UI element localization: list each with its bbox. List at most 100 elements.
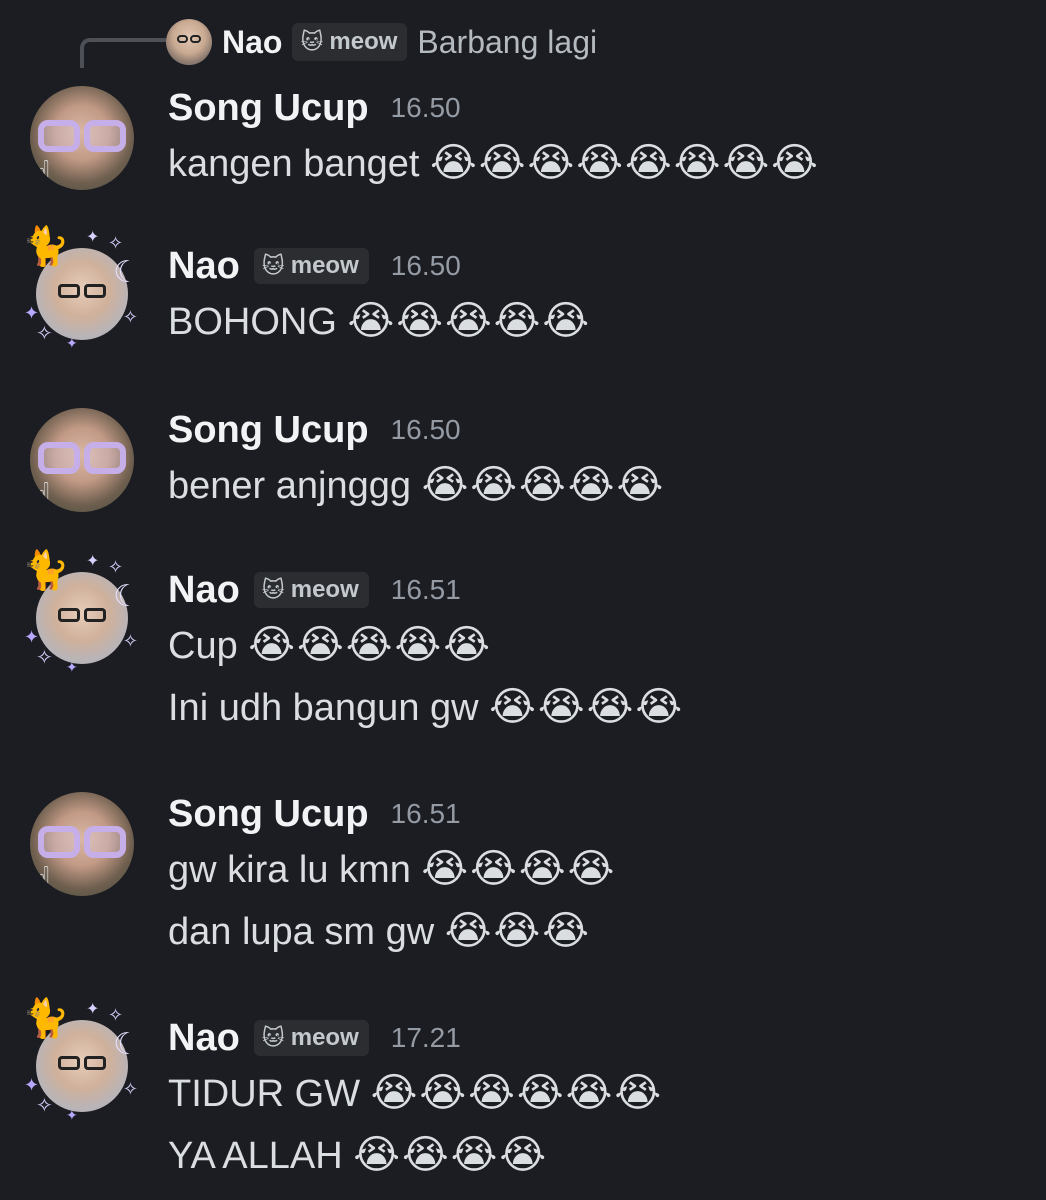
message-text: Ini udh bangun gw <box>168 687 490 729</box>
avatar[interactable]: 🐈 ☾ ✦ ✧ ✦ ✧ ✦ ✧ <box>22 552 140 674</box>
cat-icon: 🐱 <box>261 253 285 278</box>
server-tag[interactable]: 🐱 meow <box>292 23 408 61</box>
cat-decoration-icon: 🐈 <box>22 998 70 1040</box>
star-icon: ✧ <box>108 1005 124 1025</box>
message-body: TIDUR GW 😭😭😭😭😭😭 YA ALLAH 😭😭😭😭 <box>168 1062 663 1186</box>
finger-emoji-icon: ☝ <box>30 860 53 896</box>
star-icon: ✦ <box>24 627 40 647</box>
star-icon: ✦ <box>66 659 78 675</box>
message-text: dan lupa sm gw <box>168 911 445 953</box>
avatar[interactable]: ☝ <box>30 86 134 190</box>
avatar[interactable]: ☝ <box>30 408 134 512</box>
star-icon: ✦ <box>24 1075 40 1095</box>
message-text: BOHONG <box>168 301 348 343</box>
message-header: Song Ucup 16.51 <box>168 790 616 838</box>
star-icon: ✧ <box>122 1079 138 1099</box>
server-tag[interactable]: 🐱 meow <box>253 572 369 608</box>
author-name[interactable]: Nao <box>168 245 240 288</box>
crying-emoji-icon: 😭😭😭😭😭 <box>421 462 666 508</box>
crying-emoji-icon: 😭😭😭😭 <box>421 846 617 892</box>
author-name[interactable]: Nao <box>168 569 240 612</box>
server-tag-label: meow <box>329 28 398 55</box>
message-content: Song Ucup 16.51 gw kira lu kmn 😭😭😭😭 dan l… <box>168 790 616 962</box>
crying-emoji-icon: 😭😭😭😭😭 <box>347 298 592 344</box>
message-line[interactable]: Ini udh bangun gw 😭😭😭😭 <box>168 676 684 738</box>
reply-avatar[interactable] <box>166 19 212 65</box>
message-line[interactable]: TIDUR GW 😭😭😭😭😭😭 <box>168 1062 663 1124</box>
message-line[interactable]: bener anjnggg 😭😭😭😭😭 <box>168 454 665 516</box>
cat-icon: 🐱 <box>261 1025 285 1050</box>
reply-text[interactable]: Barbang lagi <box>417 24 597 61</box>
cat-decoration-icon: 🐈 <box>22 550 70 592</box>
message-line[interactable]: BOHONG 😭😭😭😭😭 <box>168 290 591 352</box>
author-name[interactable]: Song Ucup <box>168 87 369 130</box>
message-content: Nao 🐱 meow 16.51 Cup 😭😭😭😭😭 Ini udh bangun… <box>168 566 684 738</box>
crying-emoji-icon: 😭😭😭😭 <box>353 1132 549 1178</box>
message-text: Cup <box>168 625 249 667</box>
star-icon: ✦ <box>86 553 100 570</box>
crying-emoji-icon: 😭😭😭😭😭😭 <box>370 1070 664 1116</box>
avatar[interactable]: 🐈 ☾ ✦ ✧ ✦ ✧ ✦ ✧ <box>22 1000 140 1122</box>
server-tag-label: meow <box>290 1024 359 1051</box>
message-line[interactable]: YA ALLAH 😭😭😭😭 <box>168 1124 663 1186</box>
cat-decoration-icon: 🐈 <box>22 226 70 268</box>
star-icon: ✧ <box>36 647 53 669</box>
message-content: Nao 🐱 meow 17.21 TIDUR GW 😭😭😭😭😭😭 YA ALLAH… <box>168 1014 663 1186</box>
cat-icon: 🐱 <box>261 577 285 602</box>
star-icon: ✦ <box>86 229 100 246</box>
star-icon: ✧ <box>122 631 138 651</box>
message-header: Song Ucup 16.50 <box>168 84 820 132</box>
finger-emoji-icon: ☝ <box>30 476 53 512</box>
message-line[interactable]: gw kira lu kmn 😭😭😭😭 <box>168 838 616 900</box>
star-icon: ✧ <box>36 1095 53 1117</box>
message-text: YA ALLAH <box>168 1135 354 1177</box>
message-text: kangen banget <box>168 143 431 185</box>
reply-author-name[interactable]: Nao <box>222 24 282 61</box>
message-line[interactable]: Cup 😭😭😭😭😭 <box>168 614 684 676</box>
author-name[interactable]: Nao <box>168 1017 240 1060</box>
avatar-image: ☝ <box>30 792 134 896</box>
timestamp[interactable]: 17.21 <box>391 1022 461 1054</box>
glasses-icon <box>176 35 202 43</box>
timestamp[interactable]: 16.50 <box>391 92 461 124</box>
glasses-icon <box>54 1056 110 1072</box>
timestamp[interactable]: 16.50 <box>391 250 461 282</box>
message-text: bener anjnggg <box>168 465 422 507</box>
glasses-icon <box>34 826 130 860</box>
message-header: Song Ucup 16.50 <box>168 406 665 454</box>
star-icon: ✦ <box>24 303 40 323</box>
moon-icon: ☾ <box>113 256 140 289</box>
avatar[interactable]: 🐈 ☾ ✦ ✧ ✦ ✧ ✦ ✧ <box>22 228 140 350</box>
message-header: Nao 🐱 meow 16.50 <box>168 242 591 290</box>
moon-icon: ☾ <box>113 580 140 613</box>
message-header: Nao 🐱 meow 17.21 <box>168 1014 663 1062</box>
star-icon: ✧ <box>108 233 124 253</box>
message-content: Song Ucup 16.50 kangen banget 😭😭😭😭😭😭😭😭 <box>168 84 820 194</box>
crying-emoji-icon: 😭😭😭😭 <box>489 684 685 730</box>
timestamp[interactable]: 16.50 <box>391 414 461 446</box>
message-line[interactable]: dan lupa sm gw 😭😭😭 <box>168 900 616 962</box>
author-name[interactable]: Song Ucup <box>168 793 369 836</box>
star-icon: ✦ <box>86 1001 100 1018</box>
server-tag[interactable]: 🐱 meow <box>253 1020 369 1056</box>
crying-emoji-icon: 😭😭😭😭😭😭😭😭 <box>430 140 820 186</box>
message-body: gw kira lu kmn 😭😭😭😭 dan lupa sm gw 😭😭😭 <box>168 838 616 962</box>
timestamp[interactable]: 16.51 <box>391 574 461 606</box>
message-content: Nao 🐱 meow 16.50 BOHONG 😭😭😭😭😭 <box>168 242 591 352</box>
cat-icon: 🐱 <box>300 29 324 54</box>
glasses-icon <box>34 120 130 154</box>
server-tag[interactable]: 🐱 meow <box>253 248 369 284</box>
message-line[interactable]: kangen banget 😭😭😭😭😭😭😭😭 <box>168 132 820 194</box>
author-name[interactable]: Song Ucup <box>168 409 369 452</box>
glasses-icon <box>54 608 110 624</box>
glasses-icon <box>54 284 110 300</box>
crying-emoji-icon: 😭😭😭😭😭 <box>248 622 492 668</box>
reply-preview[interactable]: Nao 🐱 meow Barbang lagi <box>80 18 597 68</box>
finger-emoji-icon: ☝ <box>30 154 53 190</box>
message-body: BOHONG 😭😭😭😭😭 <box>168 290 591 352</box>
timestamp[interactable]: 16.51 <box>391 798 461 830</box>
message-text: gw kira lu kmn <box>168 849 422 891</box>
star-icon: ✦ <box>66 335 78 351</box>
avatar[interactable]: ☝ <box>30 792 134 896</box>
message-body: bener anjnggg 😭😭😭😭😭 <box>168 454 665 516</box>
